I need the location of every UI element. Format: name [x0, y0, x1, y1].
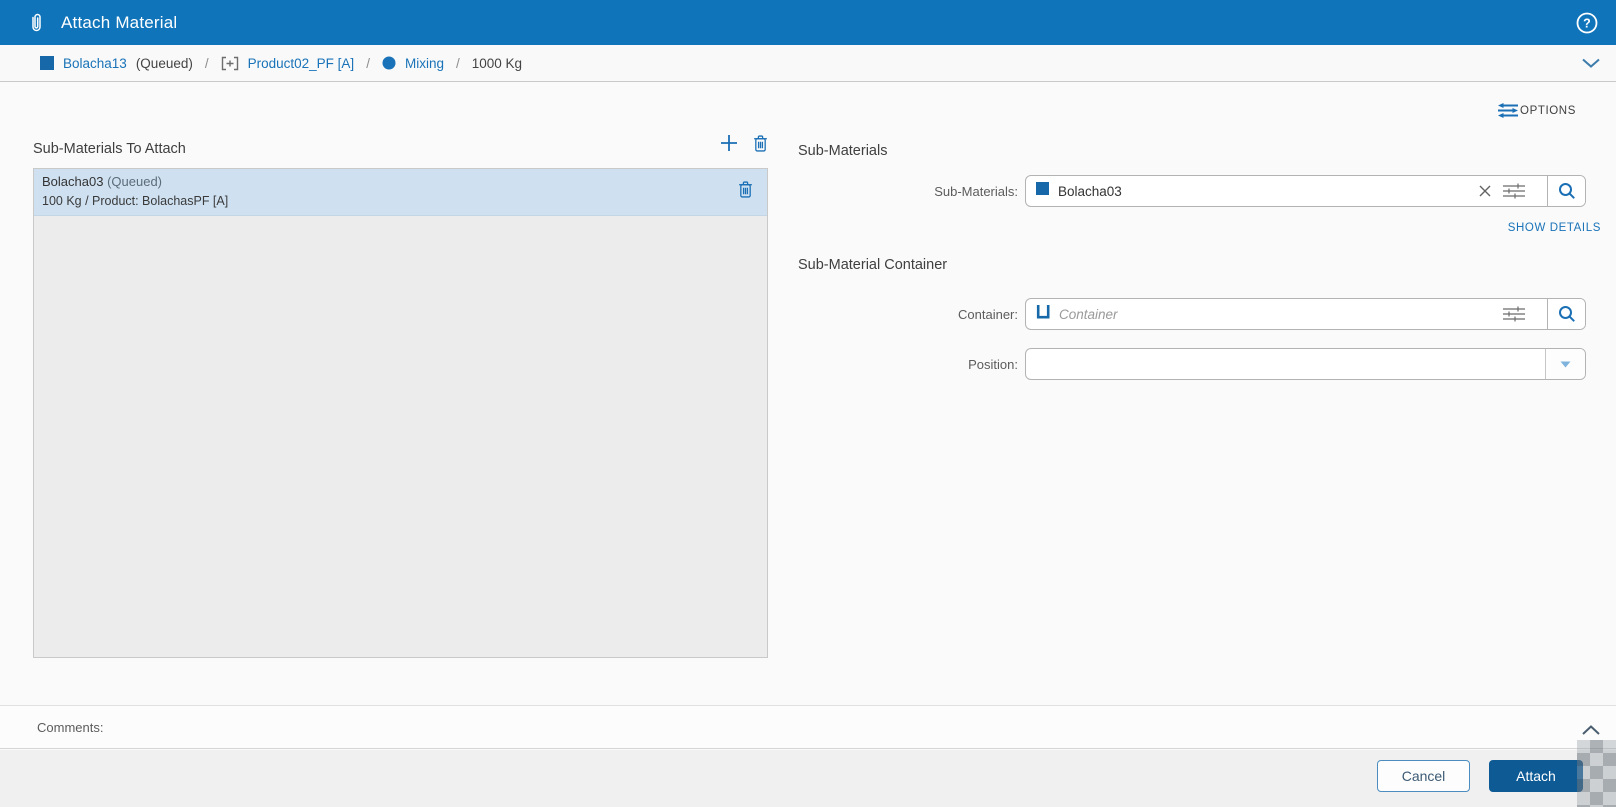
- cancel-button[interactable]: Cancel: [1377, 760, 1470, 792]
- footer-bar: Cancel Attach: [0, 750, 1616, 807]
- add-sub-material-button[interactable]: [720, 134, 738, 152]
- chevron-up-icon[interactable]: [1582, 723, 1600, 741]
- chevron-down-icon[interactable]: [1582, 56, 1600, 74]
- attach-material-dialog: Attach Material ? Bolacha13 (Queued) / P…: [0, 0, 1616, 807]
- attach-button[interactable]: Attach: [1489, 760, 1583, 792]
- search-icon: [1558, 183, 1575, 199]
- item-name: Bolacha03: [42, 174, 104, 189]
- container-input[interactable]: [1059, 306, 1494, 322]
- sub-materials-field[interactable]: Bolacha03: [1025, 175, 1586, 207]
- sub-materials-value: Bolacha03: [1058, 183, 1122, 199]
- search-button[interactable]: [1547, 176, 1585, 206]
- sub-materials-field-label: Sub-Materials:: [934, 184, 1018, 199]
- breadcrumb-step-link[interactable]: Mixing: [405, 56, 444, 71]
- dropdown-toggle-button[interactable]: [1545, 349, 1585, 379]
- breadcrumb-quantity: 1000 Kg: [471, 55, 523, 71]
- breadcrumb-product-link[interactable]: Product02_PF [A]: [248, 56, 355, 71]
- position-value: [1026, 349, 1545, 379]
- container-section-title: Sub-Material Container: [798, 257, 948, 273]
- svg-text:?: ?: [1583, 17, 1591, 31]
- breadcrumb-material-link[interactable]: Bolacha13: [63, 56, 127, 71]
- help-icon[interactable]: ?: [1576, 12, 1598, 34]
- breadcrumb: Bolacha13 (Queued) / Product02_PF [A] / …: [0, 45, 1616, 82]
- list-item[interactable]: Bolacha03 (Queued) 100 Kg / Product: Bol…: [34, 169, 767, 216]
- material-icon: [40, 56, 54, 70]
- item-status: (Queued): [107, 174, 162, 189]
- position-dropdown[interactable]: [1025, 348, 1586, 380]
- comments-expander[interactable]: Comments:: [0, 705, 1616, 749]
- page-title: Attach Material: [61, 12, 178, 32]
- remove-item-button[interactable]: [738, 181, 753, 203]
- options-sliders-icon: [1498, 103, 1519, 118]
- container-field[interactable]: [1025, 298, 1586, 330]
- step-icon: [382, 56, 396, 70]
- filter-sliders-icon[interactable]: [1503, 183, 1525, 199]
- clear-icon[interactable]: [1479, 185, 1491, 197]
- options-label: OPTIONS: [1520, 104, 1576, 117]
- options-button[interactable]: OPTIONS: [1498, 103, 1576, 118]
- chevron-down-icon: [1560, 361, 1571, 367]
- paperclip-icon: [29, 12, 44, 34]
- breadcrumb-separator: /: [455, 55, 460, 71]
- container-icon: [1036, 304, 1050, 324]
- sub-materials-list: Bolacha03 (Queued) 100 Kg / Product: Bol…: [33, 168, 768, 658]
- search-button[interactable]: [1547, 299, 1585, 329]
- left-panel-title: Sub-Materials To Attach: [33, 141, 186, 157]
- breadcrumb-separator: /: [204, 55, 209, 71]
- item-details: 100 Kg / Product: BolachasPF [A]: [42, 194, 229, 208]
- breadcrumb-separator: /: [366, 55, 370, 71]
- title-bar: Attach Material ?: [0, 0, 1616, 45]
- container-field-label: Container:: [958, 307, 1018, 322]
- product-icon: [221, 56, 239, 71]
- search-icon: [1558, 306, 1575, 322]
- remove-all-button[interactable]: [753, 134, 768, 152]
- material-icon: [1036, 182, 1049, 200]
- position-field-label: Position:: [968, 357, 1018, 372]
- show-details-link[interactable]: SHOW DETAILS: [1508, 222, 1601, 234]
- filter-sliders-icon[interactable]: [1503, 306, 1525, 322]
- breadcrumb-material-status: (Queued): [135, 55, 193, 71]
- comments-label: Comments:: [37, 719, 104, 735]
- sub-materials-section-title: Sub-Materials: [798, 143, 888, 159]
